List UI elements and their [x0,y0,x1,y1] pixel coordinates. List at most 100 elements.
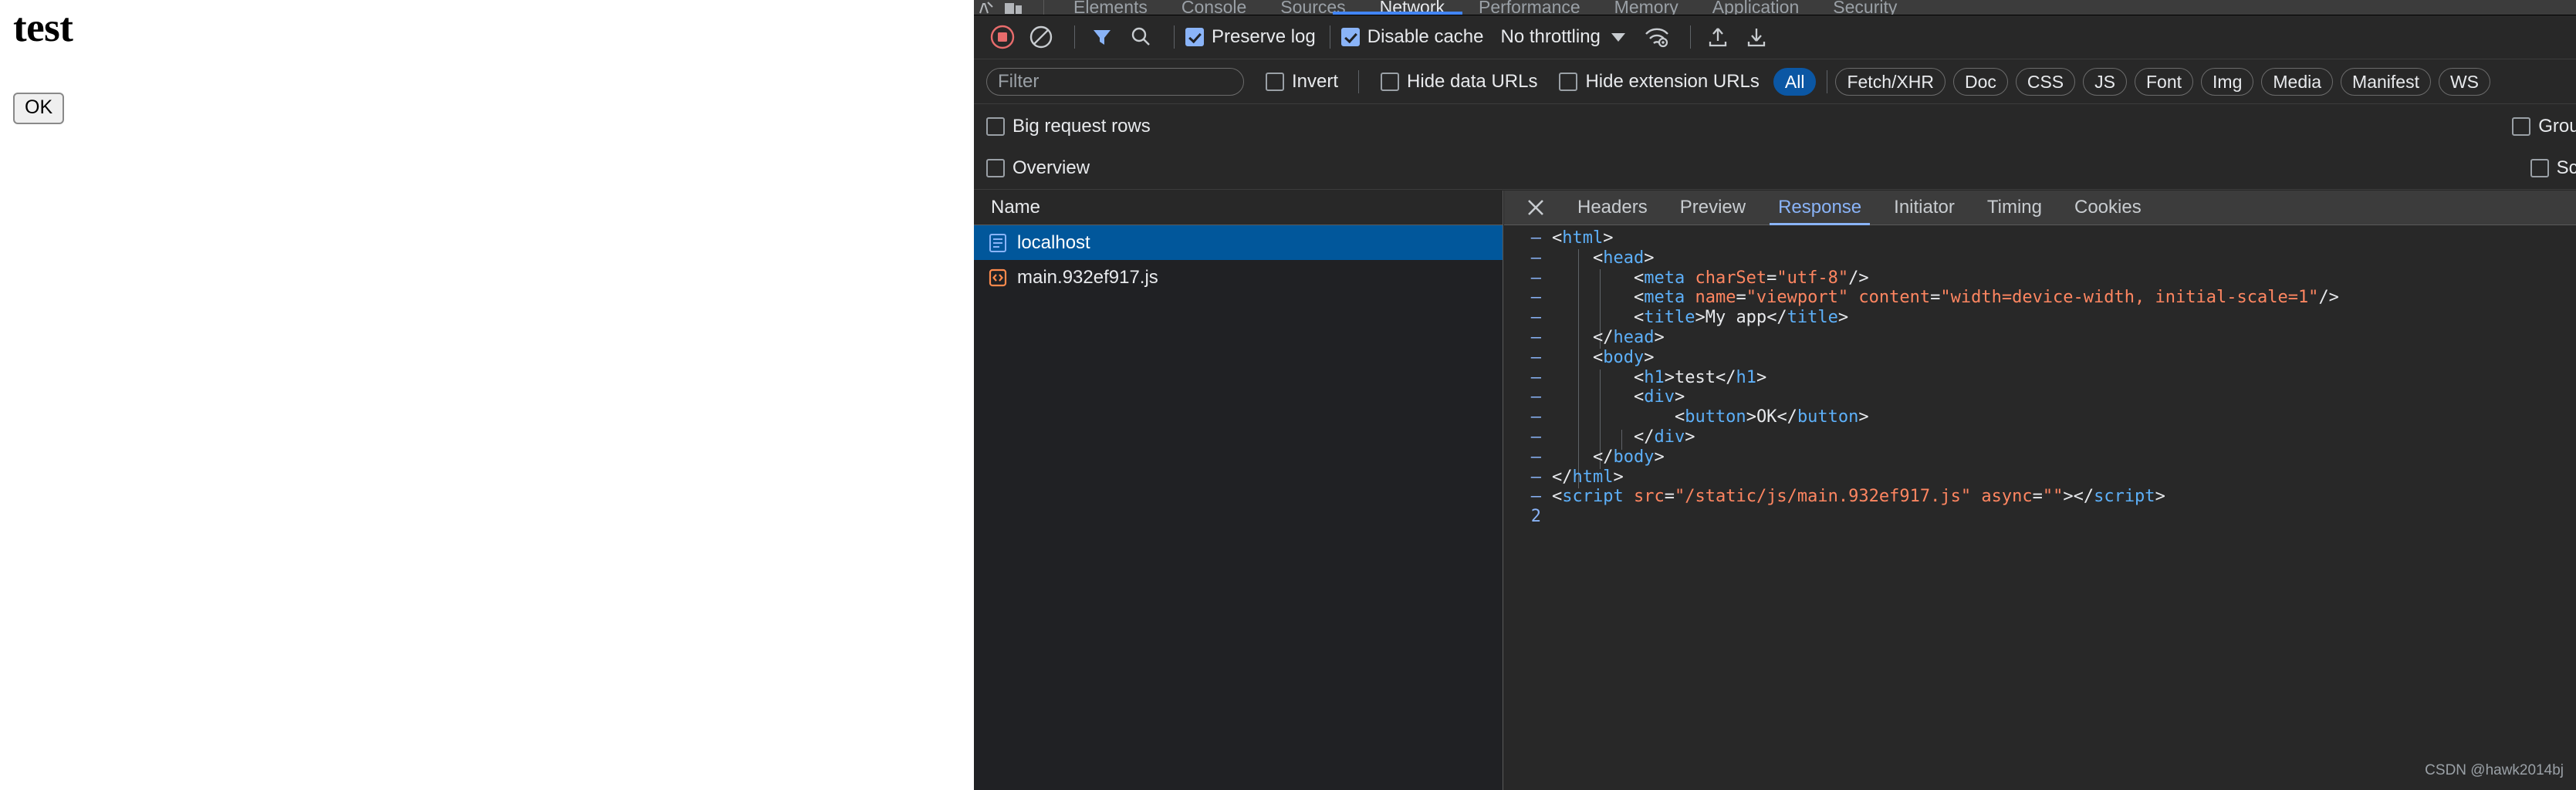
type-filter-js[interactable]: JS [2083,68,2127,96]
clear-icon[interactable] [1025,21,1057,53]
tab-console[interactable]: Console [1165,0,1263,15]
code-line-text: </div> [1633,427,1695,447]
overview-checkbox[interactable]: Overview [986,157,1090,179]
line-number: – [1530,347,1541,367]
tab-application[interactable]: Application [1695,0,1817,15]
request-detail-pane: Headers Preview Response Initiator Timin… [1504,191,2576,790]
hide-extension-urls-box[interactable] [1559,73,1578,91]
type-filter-ws[interactable]: WS [2438,68,2491,96]
line-number: – [1530,308,1541,328]
code-line: 2 [1504,507,2576,527]
response-body-code[interactable]: – <html> – <head> – <meta charSet="utf-8"/>… [1504,226,2576,790]
ok-button[interactable]: OK [13,93,65,124]
network-options-row-1: Big request rows Group by frame [974,105,2576,147]
preserve-log-box[interactable] [1185,28,1204,46]
hide-data-urls-label: Hide data URLs [1407,71,1538,92]
disable-cache-checkbox[interactable]: Disable cache [1340,26,1483,48]
tab-security[interactable]: Security [1816,0,1914,15]
record-stop-icon[interactable] [986,21,1019,53]
toolbar-divider-4 [1689,25,1691,49]
column-header-name[interactable]: Name [991,197,1040,218]
code-line: – </div> [1504,427,2576,447]
wifi-settings-icon[interactable] [1641,21,1673,53]
tab-response[interactable]: Response [1762,191,1878,225]
filter-input[interactable] [986,68,1244,96]
code-line: – <meta name="viewport" content="width=d… [1504,288,2576,308]
request-name: main.932ef917.js [1017,266,1158,288]
invert-label: Invert [1292,71,1339,92]
group-by-frame-checkbox[interactable]: Group by frame [2512,116,2576,137]
table-row[interactable]: localhost [974,225,1503,260]
tab-cookies[interactable]: Cookies [2058,191,2158,225]
big-request-rows-box[interactable] [986,116,1005,136]
code-line-text: <title>My app</title> [1633,308,1849,328]
request-list: Name localhost main.932ef917.js [974,191,1503,790]
tab-initiator[interactable]: Initiator [1878,191,1971,225]
type-filter-doc[interactable]: Doc [1952,68,2008,96]
type-filter-fetch-xhr[interactable]: Fetch/XHR [1835,68,1946,96]
request-name: localhost [1017,231,1090,253]
group-by-frame-box[interactable] [2512,116,2531,136]
request-list-header: Name [974,191,1503,225]
hide-data-urls-box[interactable] [1381,73,1400,91]
overview-box[interactable] [986,159,1005,177]
funnel-icon[interactable] [1086,21,1118,53]
device-toolbar-icon[interactable] [1003,0,1023,15]
code-line: – <h1>test</h1> [1504,368,2576,388]
disable-cache-box[interactable] [1340,28,1360,46]
preserve-log-checkbox[interactable]: Preserve log [1185,26,1316,48]
code-line-text: </html> [1552,467,1624,487]
line-number: – [1530,467,1541,487]
big-request-rows-checkbox[interactable]: Big request rows [986,116,1151,137]
tab-memory[interactable]: Memory [1597,0,1695,15]
chevron-down-icon[interactable] [1611,32,1625,42]
code-line: – </head> [1504,328,2576,348]
code-line: – <title>My app</title> [1504,308,2576,328]
tab-performance[interactable]: Performance [1462,0,1597,15]
close-icon[interactable] [1523,194,1549,221]
active-tab-underline [1333,12,1462,15]
code-line: – <div> [1504,387,2576,407]
tab-preview[interactable]: Preview [1664,191,1762,225]
type-filter-manifest[interactable]: Manifest [2341,68,2431,96]
code-line: – </body> [1504,447,2576,468]
code-line: – </html> [1504,468,2576,488]
code-line: – <body> [1504,348,2576,368]
screenshots-checkbox[interactable]: Screenshots [2530,157,2576,179]
invert-box[interactable] [1266,73,1284,91]
line-number: – [1530,367,1541,387]
hide-data-urls-checkbox[interactable]: Hide data URLs [1381,71,1537,93]
upload-icon[interactable] [1702,21,1734,53]
table-row[interactable]: main.932ef917.js [974,260,1503,295]
invert-checkbox[interactable]: Invert [1266,71,1338,93]
screenshots-box[interactable] [2530,159,2549,177]
group-by-frame-label: Group by frame [2538,115,2576,137]
code-line: – <html> [1504,228,2576,248]
line-number: – [1530,268,1541,288]
download-icon[interactable] [1740,21,1773,53]
line-number: – [1530,447,1541,467]
script-icon [988,268,1008,288]
screenshots-label: Screenshots [2556,157,2576,178]
type-filter-img[interactable]: Img [2201,68,2254,96]
type-filter-font[interactable]: Font [2135,68,2194,96]
line-number: – [1530,487,1541,507]
network-filter-bar: Invert Hide data URLs Hide extension URL… [974,60,2576,104]
throttling-select[interactable]: No throttling [1500,26,1600,48]
code-line-text: <html> [1552,228,1614,248]
type-filter-all[interactable]: All [1773,68,1817,96]
line-number: – [1530,248,1541,268]
watermark: CSDN @hawk2014bj [2425,762,2564,778]
type-filter-media[interactable]: Media [2261,68,2334,96]
search-icon[interactable] [1124,21,1157,53]
tab-timing[interactable]: Timing [1971,191,2058,225]
detail-tab-bar: Headers Preview Response Initiator Timin… [1504,191,2576,225]
network-split-area: Name localhost main.932ef917.js Headers … [974,191,2576,790]
type-filter-css[interactable]: CSS [2015,68,2076,96]
inspect-element-icon[interactable] [977,0,996,15]
hide-extension-urls-checkbox[interactable]: Hide extension URLs [1559,71,1760,93]
network-toolbar: Preserve log Disable cache No throttling [974,15,2576,59]
tab-headers[interactable]: Headers [1561,191,1664,225]
tab-elements[interactable]: Elements [1056,0,1165,15]
code-line: – <meta charSet="utf-8"/> [1504,268,2576,289]
